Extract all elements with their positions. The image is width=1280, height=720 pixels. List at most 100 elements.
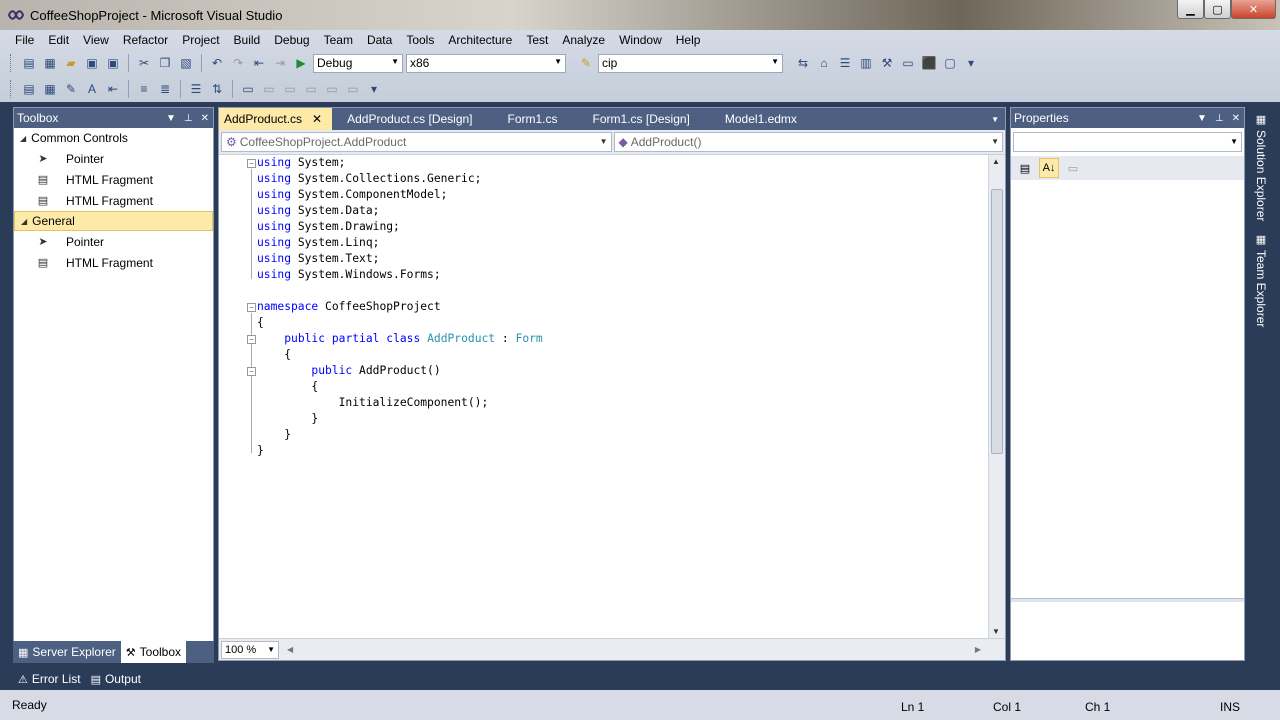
- bookmark-next-folder-icon[interactable]: ▭: [323, 80, 341, 98]
- navigate-forward-icon[interactable]: ⇥: [271, 54, 289, 72]
- uncomment-lines-icon[interactable]: ≣: [156, 80, 174, 98]
- collapse-class-icon[interactable]: −: [247, 335, 256, 344]
- display-word-completion-icon[interactable]: A: [83, 80, 101, 98]
- find-in-files-icon[interactable]: ✎: [577, 54, 595, 72]
- toolbox-group-general[interactable]: ◢ General: [14, 211, 213, 231]
- minimize-button[interactable]: ▁: [1177, 0, 1204, 19]
- menu-help[interactable]: Help: [669, 30, 708, 50]
- menu-analyze[interactable]: Analyze: [555, 30, 612, 50]
- member-navigation-select[interactable]: ◆ AddProduct() ▼: [613, 132, 1003, 152]
- tab-addproduct-design[interactable]: AddProduct.cs [Design]: [342, 108, 482, 130]
- object-browser-icon[interactable]: ▥: [857, 54, 875, 72]
- toolbar-options-icon[interactable]: ▾: [962, 54, 980, 72]
- bookmark-prev-folder-icon[interactable]: ▭: [302, 80, 320, 98]
- menu-view[interactable]: View: [76, 30, 116, 50]
- toolbar-options-icon[interactable]: ▾: [365, 80, 383, 98]
- find-next-icon[interactable]: ⇆: [794, 54, 812, 72]
- display-object-member-list-icon[interactable]: ▤: [20, 80, 38, 98]
- menu-project[interactable]: Project: [175, 30, 226, 50]
- categorized-icon[interactable]: ▤: [1015, 158, 1035, 178]
- undo-icon[interactable]: ↶: [208, 54, 226, 72]
- tab-addproduct-cs[interactable]: AddProduct.cs ✕: [219, 108, 333, 130]
- toolbar-grip[interactable]: [10, 54, 13, 72]
- menu-test[interactable]: Test: [519, 30, 555, 50]
- toolbox-item-html-fragment[interactable]: ▤ HTML Fragment: [14, 252, 213, 273]
- extension-manager-icon[interactable]: ⬛: [920, 54, 938, 72]
- menu-edit[interactable]: Edit: [41, 30, 76, 50]
- toolbar-grip[interactable]: [10, 80, 13, 98]
- tab-team-explorer[interactable]: ▦ Team Explorer: [1252, 227, 1270, 333]
- tab-toolbox[interactable]: ⚒ Toolbox: [120, 641, 187, 663]
- collapse-usings-icon[interactable]: −: [247, 159, 256, 168]
- toolbox-item-html-fragment[interactable]: ▤ HTML Fragment: [14, 169, 213, 190]
- scroll-down-icon[interactable]: ▼: [992, 627, 1000, 636]
- menu-file[interactable]: File: [8, 30, 41, 50]
- new-project-icon[interactable]: ▤: [20, 54, 38, 72]
- copy-icon[interactable]: ❐: [156, 54, 174, 72]
- solution-explorer-icon[interactable]: ⌂: [815, 54, 833, 72]
- paste-icon[interactable]: ▧: [177, 54, 195, 72]
- save-icon[interactable]: ▣: [83, 54, 101, 72]
- tab-model1-edmx[interactable]: Model1.edmx: [720, 108, 807, 130]
- menu-window[interactable]: Window: [612, 30, 669, 50]
- window-position-icon[interactable]: ▼: [1197, 113, 1207, 124]
- object-select[interactable]: ▼: [1013, 132, 1242, 152]
- zoom-select[interactable]: 100 % ▼: [221, 640, 279, 659]
- properties-window-icon[interactable]: ☰: [836, 54, 854, 72]
- code-text-area[interactable]: − − − − using System; using System.Colle…: [219, 155, 989, 638]
- alphabetical-icon[interactable]: A↓: [1039, 158, 1059, 178]
- maximize-button[interactable]: ▢: [1204, 0, 1231, 19]
- start-page-icon[interactable]: ▭: [899, 54, 917, 72]
- decrease-indent-icon[interactable]: ⇤: [104, 80, 122, 98]
- start-debugging-icon[interactable]: ▶: [292, 54, 310, 72]
- tab-solution-explorer[interactable]: ▦ Solution Explorer: [1252, 107, 1270, 227]
- scroll-up-icon[interactable]: ▲: [992, 157, 1000, 166]
- bookmark-prev-icon[interactable]: ▭: [260, 80, 278, 98]
- close-tab-icon[interactable]: ✕: [312, 112, 322, 126]
- add-item-icon[interactable]: ▦: [41, 54, 59, 72]
- command-window-icon[interactable]: ▢: [941, 54, 959, 72]
- collapse-namespace-icon[interactable]: −: [247, 303, 256, 312]
- cut-icon[interactable]: ✂: [135, 54, 153, 72]
- scroll-right-icon[interactable]: ▶: [975, 645, 981, 654]
- description-splitter[interactable]: [1011, 598, 1244, 602]
- menu-team[interactable]: Team: [317, 30, 360, 50]
- vertical-scrollbar[interactable]: ▲ ▼: [988, 155, 1005, 638]
- redo-icon[interactable]: ↷: [229, 54, 247, 72]
- menu-tools[interactable]: Tools: [399, 30, 441, 50]
- pin-icon[interactable]: ⊥: [1215, 113, 1224, 124]
- menu-refactor[interactable]: Refactor: [116, 30, 175, 50]
- navigate-back-icon[interactable]: ⇤: [250, 54, 268, 72]
- close-button[interactable]: ✕: [1231, 0, 1276, 19]
- open-folder-icon[interactable]: ▰: [62, 54, 80, 72]
- type-navigation-select[interactable]: ⚙ CoffeeShopProject.AddProduct ▼: [221, 132, 612, 152]
- property-pages-icon[interactable]: ▭: [1063, 158, 1083, 178]
- bookmark-icon[interactable]: ▭: [239, 80, 257, 98]
- close-icon[interactable]: ✕: [201, 113, 209, 124]
- toolbox-item-pointer[interactable]: ➤ Pointer: [14, 231, 213, 252]
- toolbox-group-common-controls[interactable]: ◢ Common Controls: [14, 128, 213, 148]
- display-parameter-info-icon[interactable]: ▦: [41, 80, 59, 98]
- pin-icon[interactable]: ⊥: [184, 113, 193, 124]
- collapse-method-icon[interactable]: −: [247, 367, 256, 376]
- tab-form1-design[interactable]: Form1.cs [Design]: [588, 108, 700, 130]
- solution-configuration-select[interactable]: Debug ▼: [313, 53, 403, 73]
- toolbox-item-html-fragment[interactable]: ▤ HTML Fragment: [14, 190, 213, 211]
- clear-bookmarks-icon[interactable]: ▭: [344, 80, 362, 98]
- previous-bookmark-icon[interactable]: ⇅: [208, 80, 226, 98]
- solution-platform-select[interactable]: x86 ▼: [406, 53, 566, 73]
- scroll-left-icon[interactable]: ◀: [287, 645, 293, 654]
- toggle-bookmark-icon[interactable]: ☰: [187, 80, 205, 98]
- tab-error-list[interactable]: ⚠ Error List: [13, 668, 86, 690]
- comment-lines-icon[interactable]: ≡: [135, 80, 153, 98]
- code-content[interactable]: using System; using System.Collections.G…: [257, 155, 543, 459]
- active-files-dropdown-icon[interactable]: ▼: [991, 115, 999, 124]
- close-icon[interactable]: ✕: [1232, 113, 1240, 124]
- display-quick-info-icon[interactable]: ✎: [62, 80, 80, 98]
- window-position-icon[interactable]: ▼: [166, 113, 176, 124]
- menu-debug[interactable]: Debug: [267, 30, 316, 50]
- toolbox-icon[interactable]: ⚒: [878, 54, 896, 72]
- find-input[interactable]: cip ▼: [598, 53, 783, 73]
- toolbox-item-pointer[interactable]: ➤ Pointer: [14, 148, 213, 169]
- scroll-thumb[interactable]: [991, 189, 1003, 454]
